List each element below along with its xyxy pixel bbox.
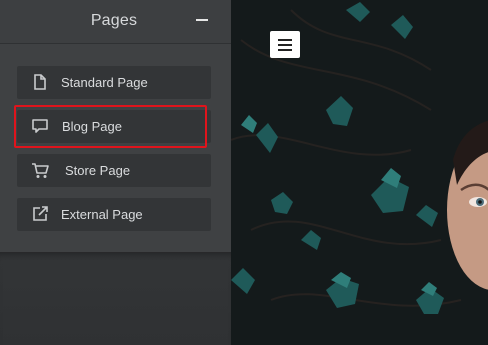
panel-footer-area	[0, 252, 231, 345]
cart-icon	[32, 163, 49, 178]
menu-icon-line	[278, 39, 292, 41]
blog-page-button[interactable]: Blog Page	[17, 110, 211, 143]
external-page-button[interactable]: External Page	[17, 198, 211, 231]
standard-page-button[interactable]: Standard Page	[17, 66, 211, 99]
panel-title: Pages	[90, 12, 138, 29]
menu-icon-line	[278, 44, 292, 46]
comment-icon	[32, 119, 48, 133]
menu-icon[interactable]	[270, 31, 300, 58]
store-page-button[interactable]: Store Page	[17, 154, 211, 187]
blog-page-label: Blog Page	[62, 119, 122, 134]
menu-icon-line	[278, 49, 292, 51]
collapse-icon[interactable]	[196, 19, 208, 21]
external-page-label: External Page	[61, 207, 143, 222]
external-link-icon	[33, 206, 48, 221]
panel-header: Pages	[0, 0, 231, 44]
document-icon	[34, 74, 46, 90]
pages-panel: Pages Standard Page Blog Page Store Page	[0, 0, 231, 345]
store-page-label: Store Page	[65, 163, 131, 178]
standard-page-label: Standard Page	[61, 75, 148, 90]
